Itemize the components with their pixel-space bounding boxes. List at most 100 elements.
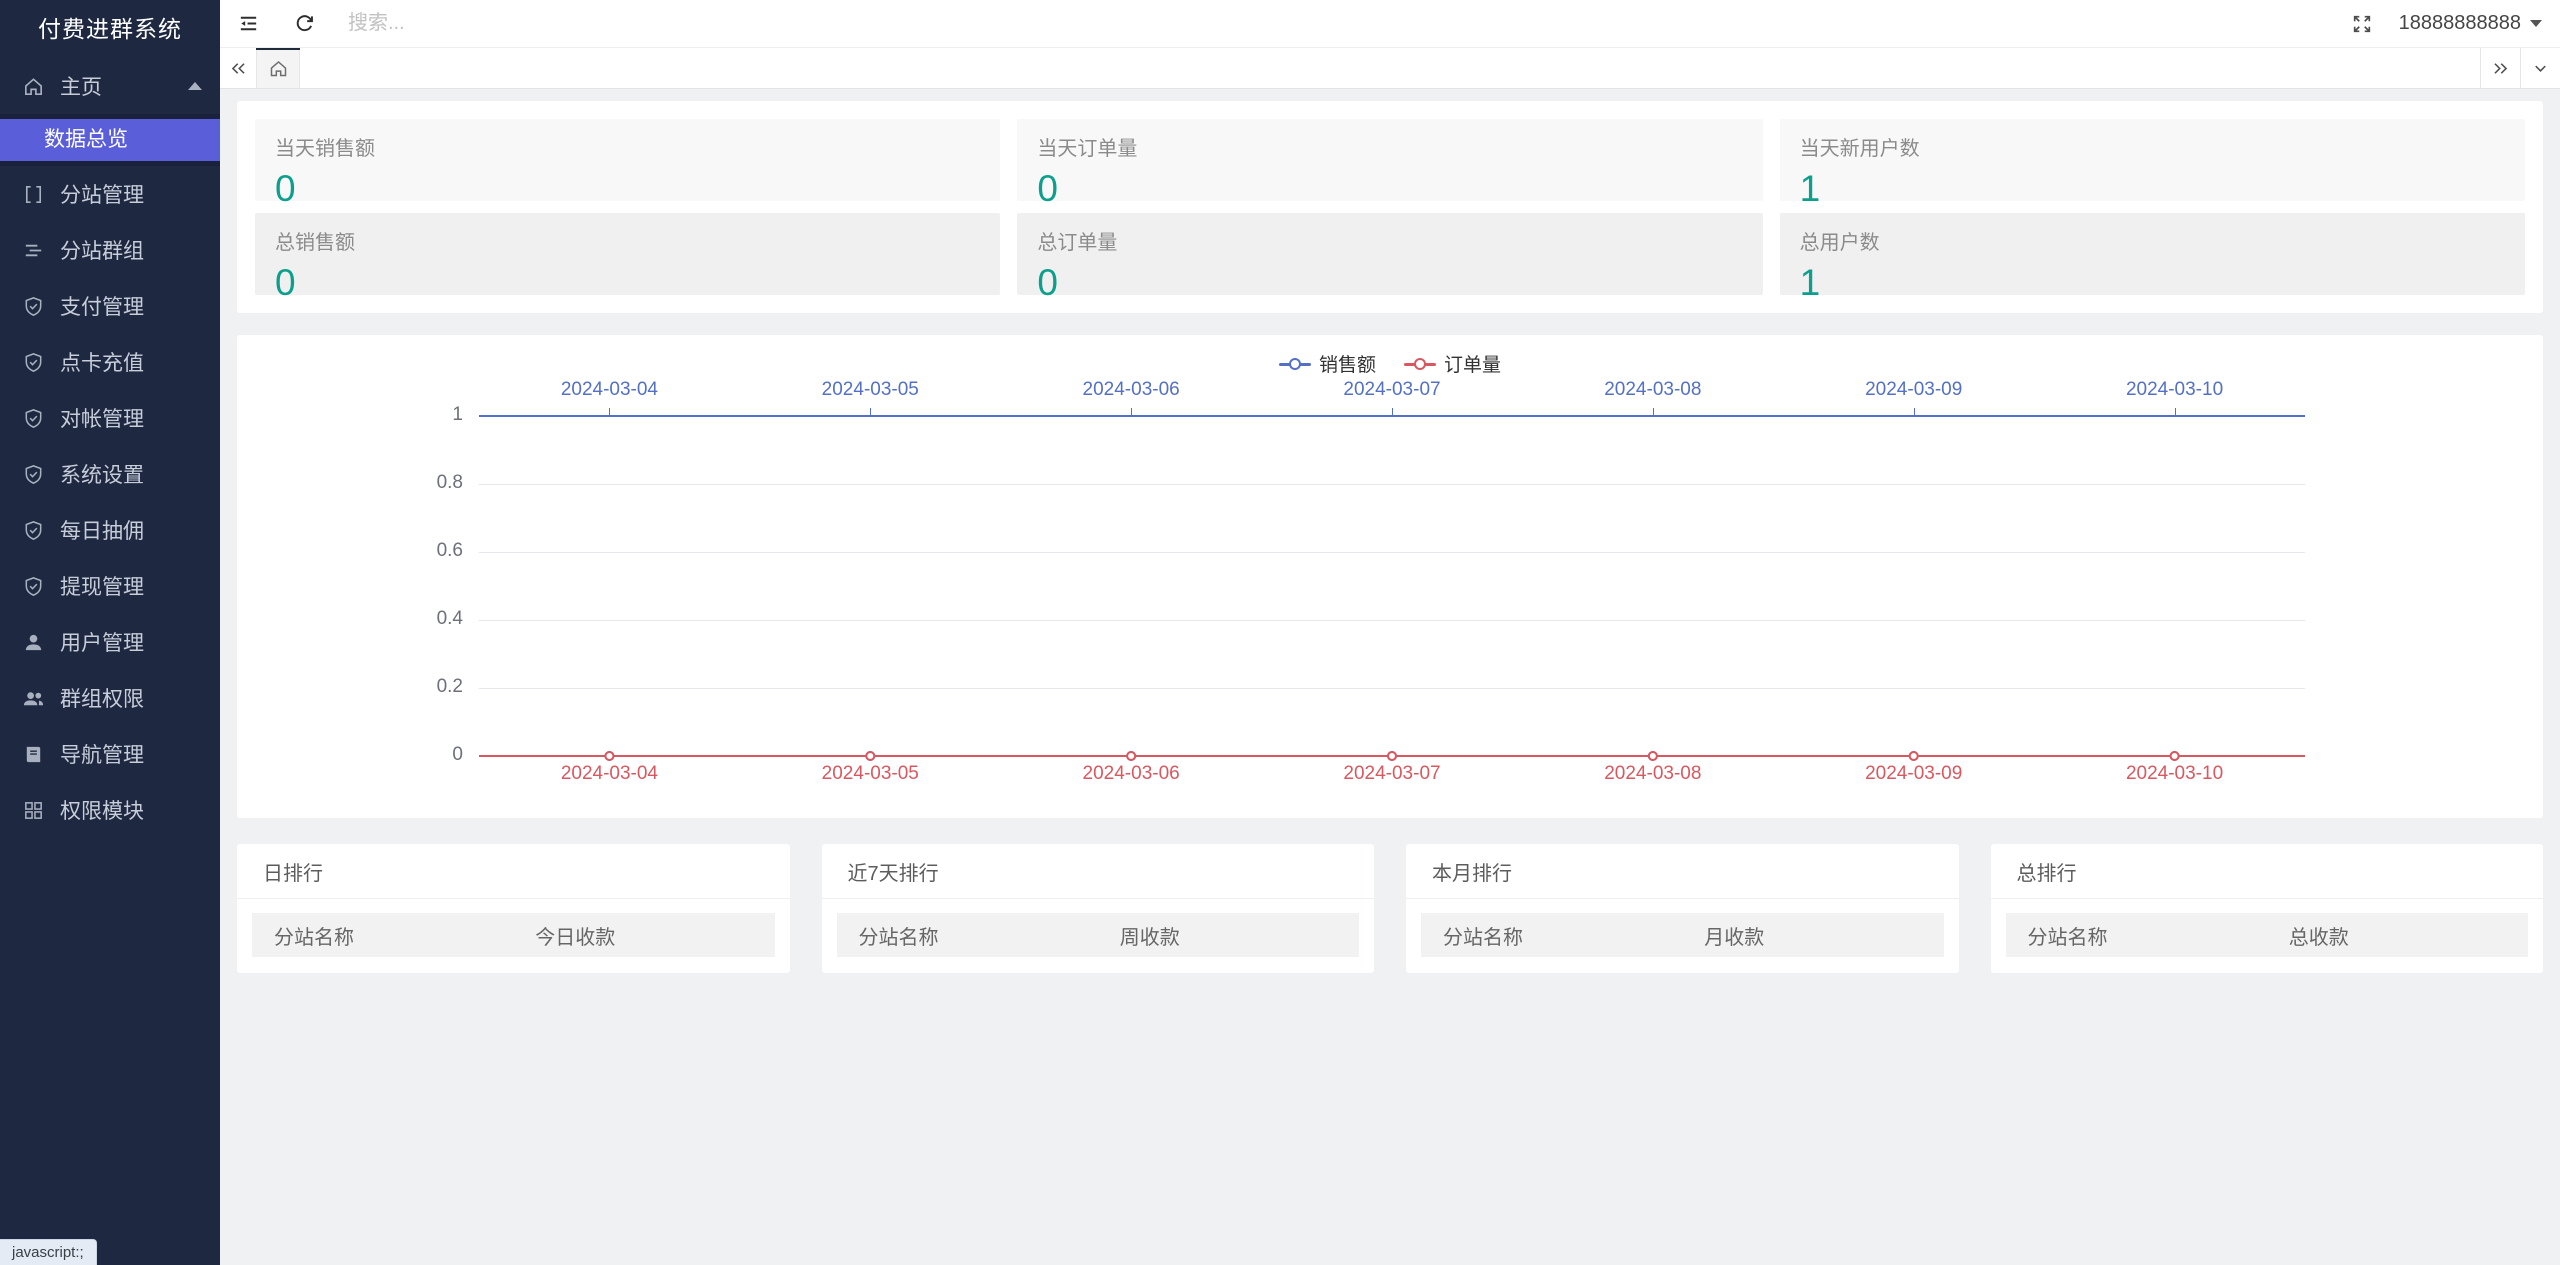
tabbar xyxy=(220,46,2560,89)
sidebar-item-label: 权限模块 xyxy=(60,800,144,823)
top-axis-tick xyxy=(1652,408,1654,416)
sidebar-item-label: 点卡充值 xyxy=(60,352,144,375)
sidebar-item-label: 群组权限 xyxy=(60,688,144,711)
tabs-menu-button[interactable] xyxy=(2520,48,2560,88)
sidebar-item-substation-groups[interactable]: 分站群组 xyxy=(0,222,220,278)
sidebar-item-daily-commission[interactable]: 每日抽佣 xyxy=(0,502,220,558)
sidebar-item-substation-manage[interactable]: 分站管理 xyxy=(0,166,220,222)
sidebar-item-group-permission[interactable]: 群组权限 xyxy=(0,670,220,726)
top-x-axis-label: 2024-03-06 xyxy=(1082,379,1180,400)
bottom-x-axis-label: 2024-03-04 xyxy=(560,763,659,784)
stats-panel: 当天销售额 0 当天订单量 0 当天新用户数 1 总销售额 0 总订单量 0 总… xyxy=(237,101,2543,313)
rank-panel-total: 总排行 分站名称 总收款 xyxy=(1990,844,2543,973)
sidebar-item-label: 导航管理 xyxy=(60,744,144,767)
legend-item[interactable]: 订单量 xyxy=(1404,350,1501,377)
rank-table-header: 分站名称 总收款 xyxy=(2005,913,2528,957)
shield-check-icon xyxy=(22,407,45,430)
list-icon xyxy=(22,239,45,262)
sidebar-item-card-recharge[interactable]: 点卡充值 xyxy=(0,334,220,390)
user-name: 18888888888 xyxy=(2398,12,2521,34)
sidebar: 付费进群系统 主页 数据总览 分站管理 分站群组 支付管理 点卡充值 对帐管理 … xyxy=(0,0,220,1265)
top-x-axis-label: 2024-03-07 xyxy=(1343,379,1441,400)
sidebar-item-nav-manage[interactable]: 导航管理 xyxy=(0,726,220,782)
refresh-icon xyxy=(293,12,316,35)
main-content: 当天销售额 0 当天订单量 0 当天新用户数 1 总销售额 0 总订单量 0 总… xyxy=(220,89,2560,1265)
double-chevron-left-icon xyxy=(229,59,248,78)
tab-home[interactable] xyxy=(256,46,300,88)
collapse-sidebar-button[interactable] xyxy=(220,0,276,48)
y-axis-tick-label: 0.2 xyxy=(436,676,463,697)
rank-col-name: 分站名称 xyxy=(858,926,939,949)
legend-label: 订单量 xyxy=(1444,355,1502,376)
tabs-scroll-right-button[interactable] xyxy=(2480,48,2520,88)
y-axis-tick-label: 1 xyxy=(452,404,463,425)
bottom-x-axis-label: 2024-03-07 xyxy=(1343,763,1441,784)
sidebar-item-reconcile-manage[interactable]: 对帐管理 xyxy=(0,390,220,446)
legend-marker-icon xyxy=(1278,357,1311,371)
top-axis-tick xyxy=(870,408,872,416)
stat-value: 0 xyxy=(1037,262,1058,303)
y-axis-tick-label: 0 xyxy=(452,744,463,765)
stat-label: 总订单量 xyxy=(1037,232,1118,254)
stat-card-today-orders: 当天订单量 0 xyxy=(1017,119,1763,209)
sidebar-item-label: 分站群组 xyxy=(60,240,144,263)
tabs-scroll-left-button[interactable] xyxy=(220,48,256,88)
sidebar-item-user-manage[interactable]: 用户管理 xyxy=(0,614,220,670)
stat-card-total-orders: 总订单量 0 xyxy=(1017,213,1763,303)
bottom-x-axis-label: 2024-03-05 xyxy=(821,763,919,784)
rank-title: 近7天排行 xyxy=(821,844,1374,899)
y-axis-tick-label: 0.6 xyxy=(436,540,463,561)
topbar-right: 18888888888 xyxy=(2351,12,2560,35)
shield-check-icon xyxy=(22,575,45,598)
sidebar-item-data-overview[interactable]: 数据总览 xyxy=(0,119,220,161)
rank-table-header: 分站名称 月收款 xyxy=(1421,913,1944,957)
rank-col-amount: 周收款 xyxy=(1119,926,1180,949)
legend-label: 销售额 xyxy=(1318,355,1376,376)
sidebar-item-label: 对帐管理 xyxy=(60,408,144,431)
sidebar-item-label: 支付管理 xyxy=(60,296,144,319)
rank-col-name: 分站名称 xyxy=(2027,926,2108,949)
shield-check-icon xyxy=(22,295,45,318)
rank-panel-daily: 日排行 分站名称 今日收款 xyxy=(237,844,790,973)
top-axis-tick xyxy=(1131,408,1133,416)
legend-item[interactable]: 销售额 xyxy=(1278,350,1376,377)
bottom-x-axis-label: 2024-03-06 xyxy=(1082,763,1180,784)
sidebar-item-withdraw-manage[interactable]: 提现管理 xyxy=(0,558,220,614)
sidebar-item-home[interactable]: 主页 xyxy=(0,58,220,114)
book-icon xyxy=(22,743,45,766)
legend-marker-icon xyxy=(1404,357,1436,371)
sidebar-item-system-settings[interactable]: 系统设置 xyxy=(0,446,220,502)
rank-title: 日排行 xyxy=(237,844,790,899)
rank-col-amount: 今日收款 xyxy=(535,926,616,949)
sidebar-item-payment-manage[interactable]: 支付管理 xyxy=(0,278,220,334)
y-axis-tick-label: 0.4 xyxy=(436,608,463,629)
top-axis-tick xyxy=(609,408,611,416)
shield-check-icon xyxy=(22,351,45,374)
users-icon xyxy=(22,687,45,710)
user-dropdown[interactable]: 18888888888 xyxy=(2399,12,2542,35)
stat-value: 1 xyxy=(1799,262,1821,303)
top-x-axis-label: 2024-03-09 xyxy=(1865,379,1963,400)
fullscreen-button[interactable] xyxy=(2351,13,2373,35)
stat-value: 0 xyxy=(275,168,296,209)
rank-table-header: 分站名称 周收款 xyxy=(836,913,1359,957)
rank-panel-7days: 近7天排行 分站名称 周收款 xyxy=(821,844,1374,973)
stat-label: 当天销售额 xyxy=(275,138,375,160)
stat-value: 1 xyxy=(1799,168,1821,209)
link-preview-statusbar: javascript:; xyxy=(0,1239,97,1265)
sidebar-item-label: 主页 xyxy=(60,76,102,99)
stat-card-today-sales: 当天销售额 0 xyxy=(255,119,1001,209)
y-axis-tick-label: 0.8 xyxy=(436,472,463,493)
refresh-button[interactable] xyxy=(276,0,332,48)
modules-icon xyxy=(22,799,45,822)
sidebar-item-label: 系统设置 xyxy=(60,464,144,487)
double-chevron-right-icon xyxy=(2491,59,2510,78)
stat-card-total-sales: 总销售额 0 xyxy=(255,213,1001,303)
rank-table-header: 分站名称 今日收款 xyxy=(252,913,775,957)
top-x-axis-label: 2024-03-10 xyxy=(2125,379,2224,400)
sidebar-item-permission-module[interactable]: 权限模块 xyxy=(0,782,220,838)
sales-orders-chart: 销售额 订单量 0 0.2 0.4 0.6 0.8 1 2024-03-04 2024-03-0… xyxy=(237,335,2543,818)
shield-check-icon xyxy=(22,519,45,542)
stat-value: 0 xyxy=(1037,168,1058,209)
search-input[interactable] xyxy=(348,12,828,35)
